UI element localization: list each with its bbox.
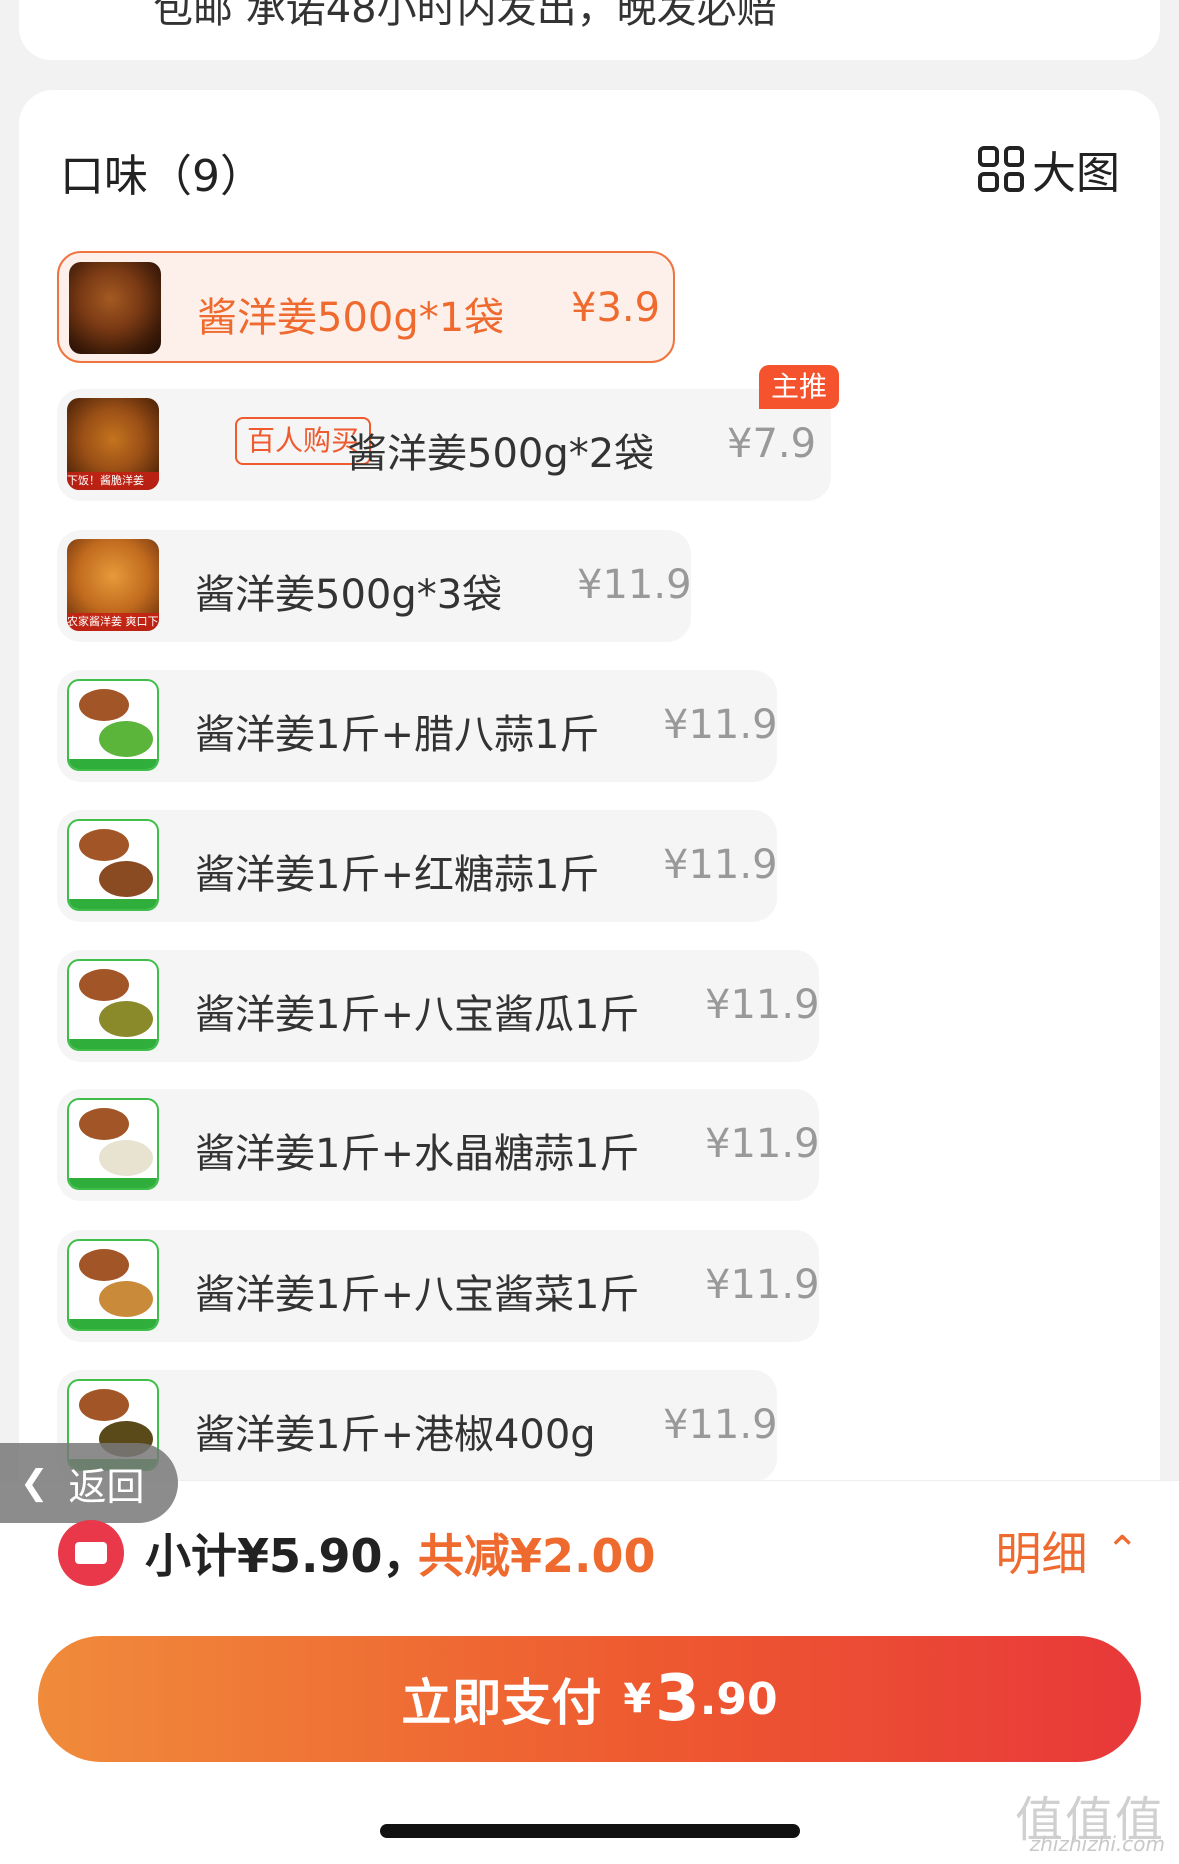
detail-label: 明细 [995, 1527, 1088, 1581]
flavor-option-8[interactable]: 酱洋姜1斤+八宝酱菜1斤 ¥11.9 [57, 1230, 820, 1342]
subtotal-text: 小计¥5.90， [145, 1529, 429, 1583]
flavor-option-2[interactable]: 下饭！酱脆洋姜 百人购买 酱洋姜500g*2袋 ¥7.9 主推 [57, 365, 839, 501]
pay-currency: ¥ [623, 1676, 652, 1722]
pay-now-button[interactable]: 立即支付 ¥ 3 .90 [38, 1636, 1141, 1762]
home-indicator [380, 1824, 800, 1838]
shipping-info-card: 包邮 承诺48小时内发出，晚发必赔 [19, 0, 1160, 60]
product-thumbnail: 农家酱洋姜 爽口下饭 [67, 539, 159, 631]
coupon-icon [58, 1520, 124, 1586]
option-price: ¥11.9 [663, 842, 778, 888]
flavor-option-7[interactable]: 酱洋姜1斤+水晶糖蒜1斤 ¥11.9 [57, 1089, 820, 1201]
option-price: ¥11.9 [705, 1121, 820, 1167]
option-name: 酱洋姜500g*3袋 [195, 572, 503, 618]
big-view-toggle[interactable]: 大图 [978, 137, 1120, 201]
option-price: ¥3.9 [571, 285, 661, 331]
chevron-left-icon: ❮ [20, 1463, 49, 1503]
flavor-option-3[interactable]: 农家酱洋姜 爽口下饭 酱洋姜500g*3袋 ¥11.9 [57, 530, 692, 642]
option-price: ¥11.9 [663, 1402, 778, 1448]
product-thumbnail [67, 819, 159, 911]
back-label: 返回 [68, 1464, 145, 1509]
option-name: 酱洋姜1斤+腊八蒜1斤 [195, 712, 600, 758]
flavor-section-title: 口味（9） [60, 151, 264, 202]
product-thumbnail [67, 959, 159, 1051]
price-detail-button[interactable]: 明细 ⌃ [995, 1518, 1139, 1584]
shipping-promise-text: 包邮 承诺48小时内发出，晚发必赔 [153, 0, 777, 32]
grid-icon [978, 146, 1024, 192]
discount-text: 共减¥2.00 [418, 1529, 656, 1583]
watermark-url: zhizhizhi.com [1029, 1832, 1165, 1856]
product-thumbnail [67, 1239, 159, 1331]
pay-amount-decimal: .90 [699, 1673, 778, 1725]
product-thumbnail [67, 1098, 159, 1190]
option-name: 酱洋姜1斤+八宝酱瓜1斤 [195, 992, 640, 1038]
option-price: ¥11.9 [705, 1262, 820, 1308]
thumbnail-caption: 农家酱洋姜 爽口下饭 [67, 613, 159, 631]
pay-label: 立即支付 [401, 1674, 602, 1732]
recommended-tag: 主推 [758, 365, 839, 409]
back-button[interactable]: ❮ 返回 [0, 1443, 178, 1523]
option-name: 酱洋姜1斤+水晶糖蒜1斤 [195, 1131, 640, 1177]
option-price: ¥11.9 [577, 562, 692, 608]
flavor-option-6[interactable]: 酱洋姜1斤+八宝酱瓜1斤 ¥11.9 [57, 950, 820, 1062]
option-price: ¥11.9 [705, 982, 820, 1028]
product-thumbnail [67, 679, 159, 771]
product-thumbnail: 下饭！酱脆洋姜 [67, 398, 159, 490]
option-price: ¥7.9 [727, 421, 817, 467]
flavor-option-5[interactable]: 酱洋姜1斤+红糖蒜1斤 ¥11.9 [57, 810, 778, 922]
big-view-label: 大图 [1032, 148, 1120, 199]
chevron-up-icon: ⌃ [1105, 1528, 1139, 1574]
option-name: 酱洋姜500g*2袋 [347, 431, 655, 477]
option-name: 酱洋姜500g*1袋 [197, 295, 505, 341]
option-price: ¥11.9 [663, 702, 778, 748]
option-name: 酱洋姜1斤+港椒400g [195, 1412, 596, 1458]
thumbnail-caption: 下饭！酱脆洋姜 [67, 472, 159, 490]
option-name: 酱洋姜1斤+八宝酱菜1斤 [195, 1272, 640, 1318]
option-name: 酱洋姜1斤+红糖蒜1斤 [195, 852, 600, 898]
flavor-section-header: 口味（9） 大图 [60, 137, 1120, 202]
pay-amount-integer: 3 [655, 1662, 700, 1736]
product-thumbnail [69, 262, 161, 354]
flavor-option-1[interactable]: 酱洋姜500g*1袋 ¥3.9 [57, 251, 675, 363]
flavor-option-4[interactable]: 酱洋姜1斤+腊八蒜1斤 ¥11.9 [57, 670, 778, 782]
